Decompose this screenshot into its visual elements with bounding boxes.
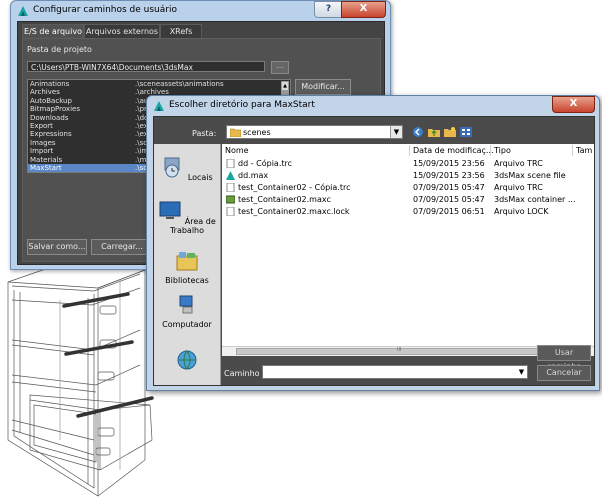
file-name: dd - Cópia.trc	[238, 159, 293, 168]
chevron-down-icon[interactable]: ▼	[516, 366, 527, 378]
file-date: 15/09/2015 23:56	[413, 159, 485, 168]
path-value: .\sceneassets\animations	[135, 80, 224, 88]
save-as-button[interactable]: Salvar como...	[27, 239, 87, 255]
libraries-icon	[176, 252, 198, 271]
scroll-grip: III	[397, 347, 402, 353]
place-label: Computador	[162, 320, 212, 329]
place-computer[interactable]: Computador	[154, 294, 220, 329]
project-path-field[interactable]: C:\Users\PTB-WIN7X64\Documents\3dsMax	[27, 61, 265, 72]
file-date: 07/09/2015 06:51	[413, 207, 485, 216]
choose-directory-title: Escolher diretório para MaxStart	[169, 100, 315, 110]
tab-xrefs[interactable]: XRefs	[160, 24, 202, 38]
file-date: 07/09/2015 05:47	[413, 195, 485, 204]
project-folder-label: Pasta de projeto	[27, 45, 92, 54]
close-button[interactable]: X	[552, 96, 595, 113]
place-desktop[interactable]: Área de Trabalho	[154, 200, 220, 235]
place-network[interactable]	[154, 349, 220, 375]
path-name: MaxStart	[30, 163, 62, 172]
computer-icon	[179, 295, 193, 314]
network-icon	[177, 350, 197, 370]
file-row[interactable]: test_Container02.maxc 07/09/2015 05:47 3ds…	[222, 194, 594, 205]
path-name: Import	[30, 147, 54, 156]
user-paths-title: Configurar caminhos de usuário	[33, 5, 177, 15]
file-name: test_Container02.maxc.lock	[238, 207, 350, 216]
document-icon	[226, 183, 235, 192]
path-name: Downloads	[30, 113, 69, 122]
back-icon[interactable]	[412, 126, 424, 138]
user-paths-titlebar[interactable]: Configurar caminhos de usuário ? X	[11, 1, 390, 21]
up-folder-icon[interactable]	[428, 126, 440, 138]
tab-external-files[interactable]: Arquivos externos	[84, 24, 160, 38]
file-list[interactable]: Nome Data de modificaç... Tipo Tam dd - …	[222, 144, 594, 351]
place-libraries[interactable]: Bibliotecas	[154, 250, 220, 285]
file-type: Arquivo TRC	[494, 159, 543, 168]
path-name: BitmapProxies	[30, 105, 80, 114]
path-name: Expressions	[30, 130, 72, 139]
browse-project-button[interactable]: ...	[271, 61, 289, 74]
place-recent[interactable]: Locais	[154, 156, 220, 182]
tab-file-io[interactable]: E/S de arquivo	[22, 24, 84, 38]
file-row[interactable]: dd - Cópia.trc 15/09/2015 23:56 Arquivo TR…	[222, 158, 594, 169]
file-row[interactable]: test_Container02 - Cópia.trc 07/09/2015 0…	[222, 182, 594, 193]
path-value: .\m	[135, 155, 147, 164]
file-row[interactable]: test_Container02.maxc.lock 07/09/2015 06:…	[222, 206, 594, 217]
folder-combo[interactable]: scenes ▼	[226, 125, 403, 139]
file-name: dd.max	[238, 171, 269, 180]
file-type: 3dsMax scene file	[494, 171, 566, 180]
column-header-size[interactable]: Tam	[576, 144, 592, 157]
file-date: 15/09/2015 23:56	[413, 171, 485, 180]
column-header-type[interactable]: Tipo	[494, 144, 511, 157]
path-name: Photometric	[30, 172, 73, 173]
path-name: Materials	[30, 155, 63, 164]
hscroll-thumb[interactable]: III	[236, 347, 576, 355]
choose-directory-dialog: Escolher diretório para MaxStart X Pasta…	[146, 95, 600, 391]
view-menu-icon[interactable]	[460, 126, 472, 138]
load-button[interactable]: Carregar...	[91, 239, 153, 255]
path-name: Images	[30, 138, 56, 147]
column-header-date[interactable]: Data de modificaç...	[413, 144, 494, 157]
3dsmax-app-icon	[154, 101, 164, 111]
path-label: Caminho	[224, 369, 260, 378]
place-label: Bibliotecas	[165, 276, 209, 285]
file-type: 3dsMax container ...	[494, 195, 576, 204]
close-button[interactable]: X	[341, 1, 386, 18]
choose-directory-body: Pasta: scenes ▼ Locais Área de Trabalho …	[153, 116, 595, 386]
use-path-button[interactable]: Usar caminho	[537, 345, 591, 371]
file-date: 07/09/2015 05:47	[413, 183, 485, 192]
folder-value: scenes	[243, 128, 271, 137]
container-file-icon	[226, 195, 235, 204]
path-name: AutoBackup	[30, 96, 72, 105]
cabinet-wireframe-viewport	[7, 263, 154, 497]
file-type: Arquivo LOCK	[494, 207, 549, 216]
chevron-down-icon[interactable]: ▼	[390, 126, 402, 138]
column-header-name[interactable]: Nome	[225, 144, 249, 157]
desktop-icon	[159, 201, 181, 219]
path-input[interactable]: ▼	[262, 365, 528, 379]
modify-button[interactable]: Modificar...	[295, 79, 351, 95]
choose-directory-titlebar[interactable]: Escolher diretório para MaxStart X	[147, 96, 599, 116]
document-icon	[226, 207, 235, 216]
path-name: Animations	[30, 80, 70, 88]
help-button[interactable]: ?	[314, 1, 343, 18]
3dsmax-app-icon	[18, 6, 28, 16]
path-name: Export	[30, 121, 53, 130]
file-name: test_Container02.maxc	[238, 195, 331, 204]
path-list-row[interactable]: Animations .\sceneassets\animations	[28, 80, 290, 88]
folder-icon	[230, 128, 241, 137]
cancel-button[interactable]: Cancelar	[537, 365, 591, 381]
file-type: Arquivo TRC	[494, 183, 543, 192]
file-row[interactable]: dd.max 15/09/2015 23:56 3dsMax scene file	[222, 170, 594, 181]
folder-label: Pasta:	[192, 129, 217, 138]
recent-places-icon	[164, 157, 180, 178]
file-name: test_Container02 - Cópia.trc	[238, 183, 351, 192]
place-label: Locais	[187, 173, 213, 182]
document-icon	[226, 159, 235, 168]
places-bar: Locais Área de Trabalho Bibliotecas Comp…	[154, 144, 221, 385]
scroll-up-icon[interactable]: ▲	[282, 82, 288, 90]
max-file-icon	[226, 171, 235, 180]
path-name: Archives	[30, 88, 60, 97]
new-folder-icon[interactable]	[444, 126, 456, 138]
